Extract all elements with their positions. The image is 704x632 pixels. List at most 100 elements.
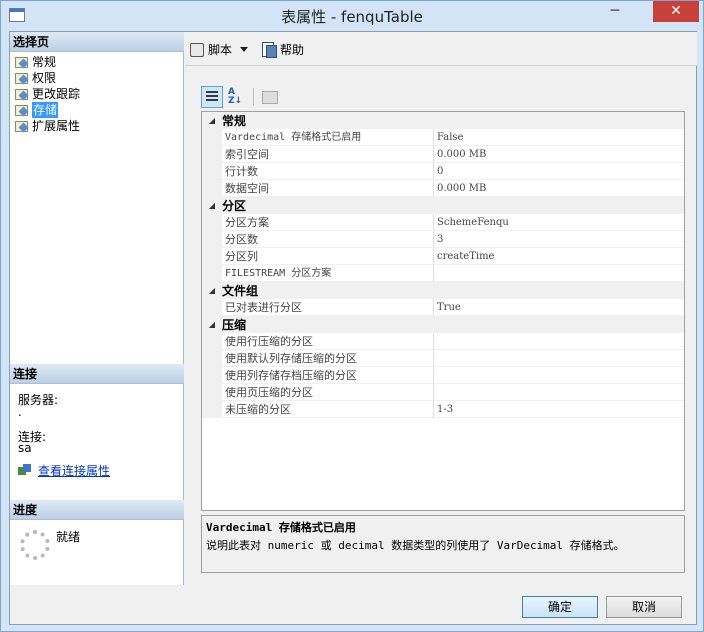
server-value: . xyxy=(18,405,22,419)
property-value: True xyxy=(434,299,684,316)
property-value xyxy=(434,367,684,384)
property-row[interactable]: 索引空间 0.000 MB xyxy=(202,146,684,163)
categorized-view-icon[interactable] xyxy=(201,86,223,108)
property-value xyxy=(434,350,684,367)
property-row[interactable]: 行计数 0 xyxy=(202,163,684,180)
category-compression[interactable]: ◢ 压缩 xyxy=(202,316,684,333)
alphabetical-sort-icon[interactable]: A Z↓ xyxy=(225,86,247,108)
property-grid: ◢ 常规 Vardecimal 存储格式已启用 False 索引空间 0.000… xyxy=(201,111,685,511)
progress-header: 进度 xyxy=(10,500,184,520)
category-filegroup[interactable]: ◢ 文件组 xyxy=(202,282,684,299)
property-name: 未压缩的分区 xyxy=(222,401,434,418)
close-button[interactable]: ✕ xyxy=(653,1,699,22)
page-item-label: 扩展属性 xyxy=(32,119,81,133)
ok-button[interactable]: 确定 xyxy=(522,596,598,618)
help-label: 帮助 xyxy=(280,42,305,57)
collapse-icon[interactable]: ◢ xyxy=(202,320,222,329)
page-icon xyxy=(14,103,28,117)
help-button[interactable]: 帮助 xyxy=(261,41,305,58)
property-row[interactable]: 使用默认列存储压缩的分区 xyxy=(202,350,684,367)
property-grid-toolbar: A Z↓ xyxy=(201,86,282,108)
progress-status: 就绪 xyxy=(56,530,81,544)
help-icon xyxy=(261,41,277,58)
property-row[interactable]: 使用列存储存档压缩的分区 xyxy=(202,367,684,384)
property-row[interactable]: 分区数 3 xyxy=(202,231,684,248)
category-label: 常规 xyxy=(222,114,247,128)
category-general[interactable]: ◢ 常规 xyxy=(202,112,684,129)
category-partition[interactable]: ◢ 分区 xyxy=(202,197,684,214)
category-label: 压缩 xyxy=(222,318,247,332)
cancel-button[interactable]: 取消 xyxy=(606,596,682,618)
property-name: 数据空间 xyxy=(222,180,434,197)
page-item-permissions[interactable]: 权限 xyxy=(14,70,56,86)
toolbar-divider xyxy=(253,88,254,106)
page-item-extended-properties[interactable]: 扩展属性 xyxy=(14,118,80,134)
view-connection-properties-link[interactable]: 查看连接属性 xyxy=(18,462,110,479)
connection-header: 连接 xyxy=(10,364,184,384)
category-label: 分区 xyxy=(222,199,247,213)
property-name: 索引空间 xyxy=(222,146,434,163)
property-name: 使用默认列存储压缩的分区 xyxy=(222,350,434,367)
property-value xyxy=(434,384,684,401)
chevron-down-icon[interactable] xyxy=(240,46,249,52)
category-label: 文件组 xyxy=(222,284,259,298)
property-value: SchemeFenqu xyxy=(434,214,684,231)
property-name: 使用页压缩的分区 xyxy=(222,384,434,401)
connection-properties-icon xyxy=(18,463,32,478)
property-name: 分区列 xyxy=(222,248,434,265)
toolbar: 脚本 帮助 xyxy=(185,32,697,66)
title-bar: 表属性 - fenquTable ─ ✕ xyxy=(1,1,703,31)
dialog-client-area: 选择页 常规 权限 更改跟踪 存储 扩展属性 连接 服务器: . 连接: sa … xyxy=(9,31,697,625)
table-properties-window: 表属性 - fenquTable ─ ✕ 选择页 常规 权限 更改跟踪 存储 扩… xyxy=(0,0,704,632)
property-description-panel: Vardecimal 存储格式已启用 说明此表对 numeric 或 decim… xyxy=(201,515,685,573)
property-name: 使用列存储存档压缩的分区 xyxy=(222,367,434,384)
page-item-change-tracking[interactable]: 更改跟踪 xyxy=(14,86,80,102)
property-name: 行计数 xyxy=(222,163,434,180)
page-item-label: 更改跟踪 xyxy=(32,87,81,101)
property-row[interactable]: 未压缩的分区 1-3 xyxy=(202,401,684,418)
property-row[interactable]: Vardecimal 存储格式已启用 False xyxy=(202,129,684,146)
property-pages-icon[interactable] xyxy=(258,86,280,108)
collapse-icon[interactable]: ◢ xyxy=(202,286,222,295)
property-row[interactable]: 数据空间 0.000 MB xyxy=(202,180,684,197)
page-item-general[interactable]: 常规 xyxy=(14,54,56,70)
collapse-icon[interactable]: ◢ xyxy=(202,201,222,210)
property-value xyxy=(434,333,684,350)
property-value: 0.000 MB xyxy=(434,146,684,163)
left-pane: 选择页 常规 权限 更改跟踪 存储 扩展属性 连接 服务器: . 连接: sa … xyxy=(10,32,184,585)
minimize-button[interactable]: ─ xyxy=(602,1,628,22)
property-value: 3 xyxy=(434,231,684,248)
server-label: 服务器: xyxy=(18,393,59,407)
property-name: FILESTREAM 分区方案 xyxy=(222,265,434,282)
property-value: 0.000 MB xyxy=(434,180,684,197)
property-row[interactable]: 已对表进行分区 True xyxy=(202,299,684,316)
window-title: 表属性 - fenquTable xyxy=(281,8,423,26)
page-item-label: 常规 xyxy=(32,55,57,69)
property-value: False xyxy=(434,129,684,146)
property-row[interactable]: 使用行压缩的分区 xyxy=(202,333,684,350)
description-title: Vardecimal 存储格式已启用 xyxy=(206,521,356,534)
script-button[interactable]: 脚本 xyxy=(189,41,249,57)
property-row[interactable]: 分区列 createTime xyxy=(202,248,684,265)
page-item-label: 权限 xyxy=(32,71,57,85)
view-connection-properties-label: 查看连接属性 xyxy=(38,464,111,478)
page-icon xyxy=(14,119,28,133)
property-value: createTime xyxy=(434,248,684,265)
property-name: 已对表进行分区 xyxy=(222,299,434,316)
property-row[interactable]: 使用页压缩的分区 xyxy=(202,384,684,401)
collapse-icon[interactable]: ◢ xyxy=(202,116,222,125)
description-text: 说明此表对 numeric 或 decimal 数据类型的列使用了 VarDec… xyxy=(206,539,625,552)
select-page-header: 选择页 xyxy=(10,32,184,52)
property-row[interactable]: 分区方案 SchemeFenqu xyxy=(202,214,684,231)
page-icon xyxy=(14,71,28,85)
page-item-storage[interactable]: 存储 xyxy=(14,102,59,118)
property-row[interactable]: FILESTREAM 分区方案 xyxy=(202,265,684,282)
property-value xyxy=(434,265,684,282)
script-icon xyxy=(189,41,205,57)
property-name: Vardecimal 存储格式已启用 xyxy=(222,129,434,146)
property-name: 分区方案 xyxy=(222,214,434,231)
page-icon xyxy=(14,55,28,69)
page-icon xyxy=(14,87,28,101)
property-name: 使用行压缩的分区 xyxy=(222,333,434,350)
script-label: 脚本 xyxy=(208,42,233,57)
